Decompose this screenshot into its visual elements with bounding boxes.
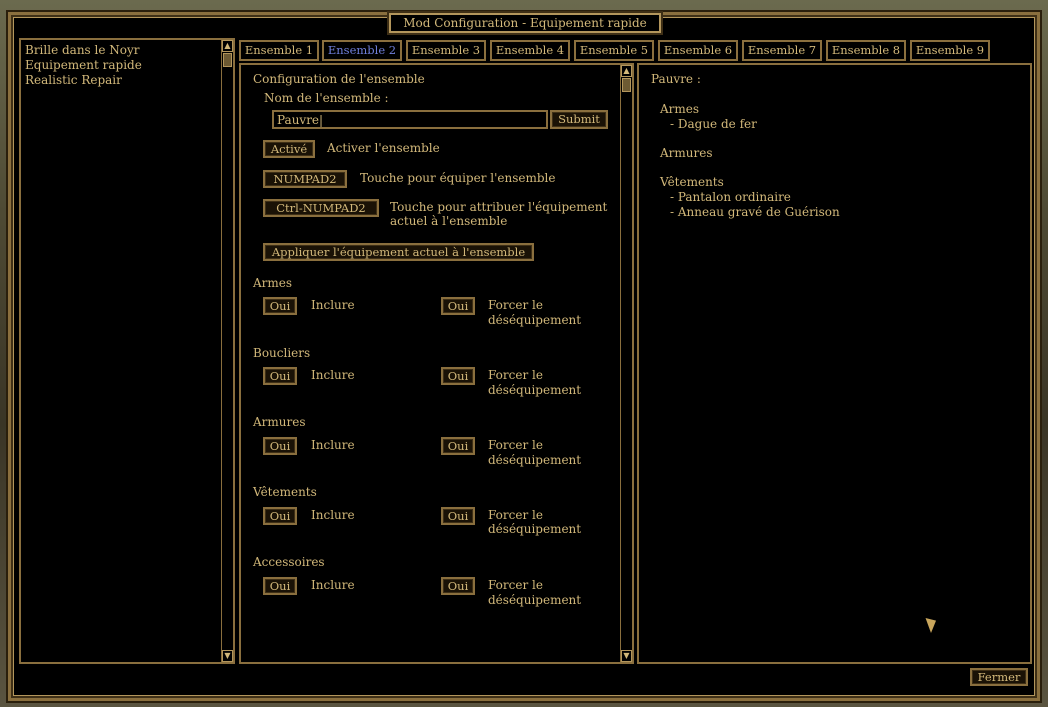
summary-clothing-heading: Vêtements xyxy=(660,175,724,189)
force-label-line1: Forcer le xyxy=(488,368,543,382)
tab-ensemble-4[interactable]: Ensemble 4 xyxy=(490,40,570,61)
include-label: Inclure xyxy=(311,298,355,312)
include-label: Inclure xyxy=(311,578,355,592)
config-scrollbar[interactable]: ▲ ▼ xyxy=(620,65,632,662)
equip-key-label: Touche pour équiper l'ensemble xyxy=(360,171,556,185)
force-toggle-accessoires[interactable]: Oui xyxy=(441,577,475,595)
tab-ensemble-8[interactable]: Ensemble 8 xyxy=(826,40,906,61)
tab-ensemble-6[interactable]: Ensemble 6 xyxy=(658,40,738,61)
force-label-line2: déséquipement xyxy=(488,313,582,327)
category-heading-accessoires: Accessoires xyxy=(253,555,325,569)
assign-key-button[interactable]: Ctrl-NUMPAD2 xyxy=(263,199,379,217)
active-toggle-button[interactable]: Activé xyxy=(263,140,315,158)
include-toggle-armes[interactable]: Oui xyxy=(263,297,297,315)
mod-list-item-realistic-repair[interactable]: Realistic Repair xyxy=(25,73,142,88)
include-toggle-armures[interactable]: Oui xyxy=(263,437,297,455)
category-heading-armures: Armures xyxy=(253,415,306,429)
force-label-line1: Forcer le xyxy=(488,298,543,312)
tab-ensemble-7[interactable]: Ensemble 7 xyxy=(742,40,822,61)
force-label-line1: Forcer le xyxy=(488,438,543,452)
window-title: Mod Configuration - Equipement rapide xyxy=(389,13,661,33)
category-heading-boucliers: Boucliers xyxy=(253,346,311,360)
mod-list-item-brille[interactable]: Brille dans le Noyr xyxy=(25,43,142,58)
force-label-line2: déséquipement xyxy=(488,593,582,607)
summary-armor-heading: Armures xyxy=(660,146,713,160)
scroll-down-arrow-icon[interactable]: ▼ xyxy=(621,650,632,662)
submit-button[interactable]: Submit xyxy=(550,110,608,129)
force-toggle-armes[interactable]: Oui xyxy=(441,297,475,315)
mod-list-item-equipement-rapide[interactable]: Equipement rapide xyxy=(25,58,142,73)
force-label-line1: Forcer le xyxy=(488,578,543,592)
apply-current-equipment-button[interactable]: Appliquer l'équipement actuel à l'ensemb… xyxy=(263,243,534,261)
include-toggle-accessoires[interactable]: Oui xyxy=(263,577,297,595)
config-heading: Configuration de l'ensemble xyxy=(253,72,425,86)
summary-title: Pauvre : xyxy=(651,72,701,86)
assign-key-label-line2: actuel à l'ensemble xyxy=(390,214,508,228)
include-toggle-vetements[interactable]: Oui xyxy=(263,507,297,525)
include-label: Inclure xyxy=(311,508,355,522)
equip-key-button[interactable]: NUMPAD2 xyxy=(263,170,347,188)
tab-ensemble-2[interactable]: Ensemble 2 xyxy=(322,40,402,61)
tab-ensemble-3[interactable]: Ensemble 3 xyxy=(406,40,486,61)
include-label: Inclure xyxy=(311,368,355,382)
mod-list-scrollbar[interactable]: ▲ ▼ xyxy=(221,40,233,662)
include-label: Inclure xyxy=(311,438,355,452)
scroll-up-arrow-icon[interactable]: ▲ xyxy=(222,40,233,52)
scroll-up-arrow-icon[interactable]: ▲ xyxy=(621,65,632,77)
mod-list: Brille dans le Noyr Equipement rapide Re… xyxy=(25,43,142,88)
category-heading-vetements: Vêtements xyxy=(253,485,317,499)
force-toggle-boucliers[interactable]: Oui xyxy=(441,367,475,385)
summary-clothing-item: - Anneau gravé de Guérison xyxy=(670,205,840,219)
include-toggle-boucliers[interactable]: Oui xyxy=(263,367,297,385)
mod-list-panel: Brille dans le Noyr Equipement rapide Re… xyxy=(19,38,235,664)
force-label-line2: déséquipement xyxy=(488,522,582,536)
force-toggle-armures[interactable]: Oui xyxy=(441,437,475,455)
category-heading-armes: Armes xyxy=(253,276,293,290)
close-button[interactable]: Fermer xyxy=(970,668,1028,686)
force-label-line1: Forcer le xyxy=(488,508,543,522)
mod-list-scroll-thumb[interactable] xyxy=(223,53,232,67)
tab-ensemble-9[interactable]: Ensemble 9 xyxy=(910,40,990,61)
assign-key-label-line1: Touche pour attribuer l'équipement xyxy=(390,200,608,214)
active-label: Activer l'ensemble xyxy=(327,141,440,155)
tab-ensemble-5[interactable]: Ensemble 5 xyxy=(574,40,654,61)
config-scroll-thumb[interactable] xyxy=(622,78,631,92)
set-name-input[interactable] xyxy=(272,110,548,129)
force-label-line2: déséquipement xyxy=(488,383,582,397)
force-label-line2: déséquipement xyxy=(488,453,582,467)
summary-clothing-item: - Pantalon ordinaire xyxy=(670,190,791,204)
summary-weapon-item: - Dague de fer xyxy=(670,117,757,131)
set-name-label: Nom de l'ensemble : xyxy=(264,91,389,105)
scroll-down-arrow-icon[interactable]: ▼ xyxy=(222,650,233,662)
force-toggle-vetements[interactable]: Oui xyxy=(441,507,475,525)
tab-ensemble-1[interactable]: Ensemble 1 xyxy=(239,40,319,61)
summary-weapons-heading: Armes xyxy=(660,102,700,116)
